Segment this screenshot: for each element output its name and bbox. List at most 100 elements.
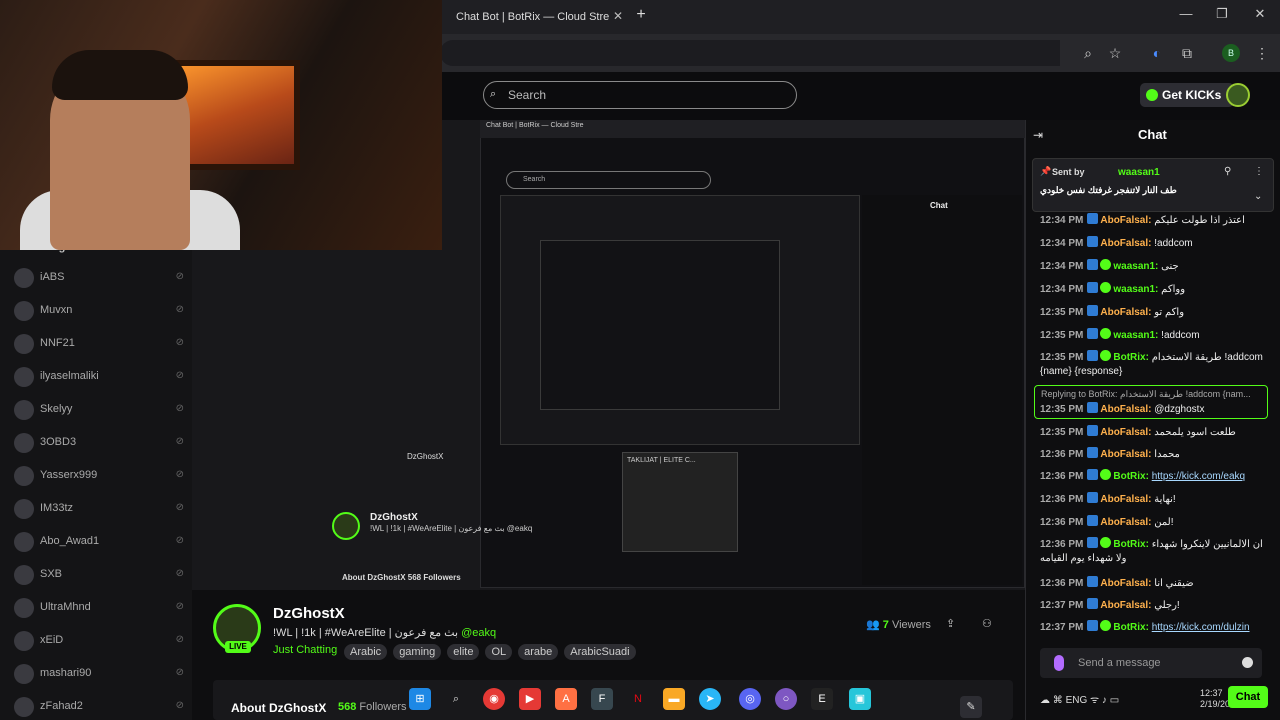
- chat-username[interactable]: BotRix:: [1113, 352, 1149, 363]
- chat-message[interactable]: 12:36 PM AboFalsal: محمدا: [1040, 447, 1272, 462]
- chat-username[interactable]: AboFalsal:: [1100, 307, 1151, 318]
- follow-icon[interactable]: ⚇: [982, 617, 996, 631]
- unpin-icon[interactable]: ⚲: [1224, 166, 1231, 177]
- sidebar-item-muvxn[interactable]: Muvxn ⊘: [12, 299, 188, 323]
- chat-username[interactable]: AboFalsal:: [1100, 215, 1151, 226]
- tab-close-icon[interactable]: ✕: [610, 8, 626, 24]
- stream-category[interactable]: Just Chatting: [273, 644, 337, 656]
- sidebar-item-skelyy[interactable]: Skelyy ⊘: [12, 398, 188, 422]
- chevron-down-icon[interactable]: ⌄: [1254, 191, 1262, 202]
- app-f-icon[interactable]: F: [591, 688, 613, 710]
- chat-username[interactable]: BotRix:: [1113, 471, 1149, 482]
- chat-username[interactable]: BotRix:: [1113, 539, 1149, 550]
- sidebar-item-abo_awad1[interactable]: Abo_Awad1 ⊘: [12, 530, 188, 554]
- sidebar-item-yasserx999[interactable]: Yasserx999 ⊘: [12, 464, 188, 488]
- address-bar[interactable]: [440, 40, 1060, 66]
- chat-message[interactable]: 12:35 PM BotRix: طريقة الاستخدام !addcom …: [1040, 350, 1272, 379]
- streamer-name[interactable]: DzGhostX: [273, 605, 345, 622]
- microphone-icon[interactable]: [1054, 655, 1064, 671]
- chat-message[interactable]: 12:36 PM AboFalsal: ضيقني انا: [1040, 576, 1272, 591]
- stream-title-mention[interactable]: @eakq: [461, 627, 496, 639]
- sidebar-item-nnf21[interactable]: NNF21 ⊘: [12, 332, 188, 356]
- discord-icon[interactable]: ◎: [739, 688, 761, 710]
- chat-message[interactable]: 12:35 PM AboFalsal: @dzghostx: [1040, 402, 1272, 417]
- chat-username[interactable]: AboFalsal:: [1100, 600, 1151, 611]
- epic-games-icon[interactable]: E: [811, 688, 833, 710]
- telegram-icon[interactable]: ➤: [699, 688, 721, 710]
- browser-tab[interactable]: Chat Bot | BotRix — Cloud Stre: [440, 0, 620, 34]
- stream-tag[interactable]: OL: [485, 644, 513, 660]
- chat-message[interactable]: 12:35 PM AboFalsal: واكم تو: [1040, 305, 1272, 320]
- chrome-icon[interactable]: ◉: [483, 688, 505, 710]
- browser-menu-icon[interactable]: ⋮: [1252, 44, 1272, 62]
- language-indicator[interactable]: ENG: [1066, 695, 1088, 706]
- extension-icon[interactable]: ◐: [1147, 44, 1167, 62]
- extensions-puzzle-icon[interactable]: ⧉: [1177, 44, 1197, 62]
- stream-tag[interactable]: Arabic: [344, 644, 388, 660]
- emoji-icon[interactable]: [1242, 657, 1253, 668]
- chat-collapse-icon[interactable]: ⇥: [1033, 128, 1049, 142]
- file-explorer-icon[interactable]: ▬: [663, 688, 685, 710]
- sidebar-item-sxb[interactable]: SXB ⊘: [12, 563, 188, 587]
- new-tab-button[interactable]: +: [632, 6, 650, 26]
- taskbar-search-icon[interactable]: ⌕: [445, 688, 467, 710]
- chat-username[interactable]: waasan1:: [1113, 330, 1158, 341]
- pinned-user[interactable]: waasan1: [1118, 167, 1160, 178]
- send-message-input[interactable]: Send a message: [1040, 648, 1262, 678]
- app-game-icon[interactable]: ▣: [849, 688, 871, 710]
- sidebar-item-ilyaselmaliki[interactable]: ilyaselmaliki ⊘: [12, 365, 188, 389]
- chat-username[interactable]: AboFalsal:: [1100, 427, 1151, 438]
- chat-message[interactable]: 12:35 PM AboFalsal: طلعت اسود يلمحمد: [1040, 425, 1272, 440]
- windows-start-icon[interactable]: ⊞: [409, 688, 431, 710]
- chat-username[interactable]: AboFalsal:: [1100, 578, 1151, 589]
- chat-message[interactable]: 12:34 PM waasan1: وواكم: [1040, 282, 1272, 297]
- network-volume-icons[interactable]: ᯤ ♪ ▭: [1087, 695, 1119, 706]
- maximize-button[interactable]: ❐: [1210, 6, 1234, 26]
- chat-username[interactable]: AboFalsal:: [1100, 517, 1151, 528]
- chat-message[interactable]: 12:37 PM AboFalsal: رجلي!: [1040, 598, 1272, 613]
- bookmark-star-icon[interactable]: ☆: [1105, 44, 1125, 62]
- chat-message[interactable]: 12:36 PM AboFalsal: نهاية!: [1040, 492, 1272, 507]
- chat-send-button[interactable]: Chat: [1228, 686, 1268, 708]
- chat-message[interactable]: 12:34 PM waasan1: جنى: [1040, 259, 1272, 274]
- chat-message[interactable]: 12:37 PM BotRix: https://kick.com/dulzin: [1040, 620, 1272, 635]
- sidebar-item-iabs[interactable]: iABS ⊘: [12, 266, 188, 290]
- search-input[interactable]: Search: [483, 81, 797, 109]
- chat-username[interactable]: BotRix:: [1113, 622, 1149, 633]
- chat-link[interactable]: https://kick.com/dulzin: [1152, 622, 1250, 633]
- sidebar-item-im33tz[interactable]: IM33tz ⊘: [12, 497, 188, 521]
- edit-pencil-icon[interactable]: ✎: [960, 696, 982, 718]
- youtube-icon[interactable]: ▶: [519, 688, 541, 710]
- profile-avatar[interactable]: B: [1222, 44, 1240, 62]
- chat-message[interactable]: 12:36 PM AboFalsal: لمن!: [1040, 515, 1272, 530]
- chat-message[interactable]: 12:36 PM BotRix: ان الالمانيين لاينكروا ش…: [1040, 537, 1272, 566]
- user-avatar[interactable]: [1226, 83, 1250, 107]
- chat-message[interactable]: 12:34 PM AboFalsal: !addcom: [1040, 236, 1272, 251]
- more-options-icon[interactable]: ⋮: [1254, 166, 1264, 177]
- chat-message[interactable]: 12:35 PM waasan1: !addcom: [1040, 328, 1272, 343]
- zoom-icon[interactable]: ⌕: [1078, 44, 1098, 62]
- chat-username[interactable]: AboFalsal:: [1100, 449, 1151, 460]
- chat-username[interactable]: waasan1:: [1113, 284, 1158, 295]
- chat-username[interactable]: waasan1:: [1113, 261, 1158, 272]
- chat-link[interactable]: https://kick.com/eakq: [1152, 471, 1245, 482]
- minimize-button[interactable]: —: [1174, 6, 1198, 26]
- stream-tag[interactable]: gaming: [393, 644, 442, 660]
- sidebar-item-ultramhnd[interactable]: UltraMhnd ⊘: [12, 596, 188, 620]
- share-icon[interactable]: ⇪: [946, 617, 960, 631]
- stream-tag[interactable]: elite: [447, 644, 480, 660]
- app-o-icon[interactable]: ○: [775, 688, 797, 710]
- stream-tag[interactable]: arabe: [518, 644, 559, 660]
- sidebar-item-xeid[interactable]: xEiD ⊘: [12, 629, 188, 653]
- sidebar-item-3obd3[interactable]: 3OBD3 ⊘: [12, 431, 188, 455]
- chat-message[interactable]: 12:36 PM BotRix: https://kick.com/eakq: [1040, 469, 1272, 484]
- chat-username[interactable]: AboFalsal:: [1100, 404, 1151, 415]
- sidebar-item-zfahad2[interactable]: zFahad2 ⊘: [12, 695, 188, 719]
- sidebar-item-mashari90[interactable]: mashari90 ⊘: [12, 662, 188, 686]
- stream-tag[interactable]: ArabicSuadi: [564, 644, 636, 660]
- chat-username[interactable]: AboFalsal:: [1100, 238, 1151, 249]
- netflix-icon[interactable]: N: [627, 688, 649, 710]
- chat-message[interactable]: 12:34 PM AboFalsal: اعتذر اذا طولت عليكم: [1040, 213, 1272, 228]
- chat-username[interactable]: AboFalsal:: [1100, 494, 1151, 505]
- app-a-icon[interactable]: A: [555, 688, 577, 710]
